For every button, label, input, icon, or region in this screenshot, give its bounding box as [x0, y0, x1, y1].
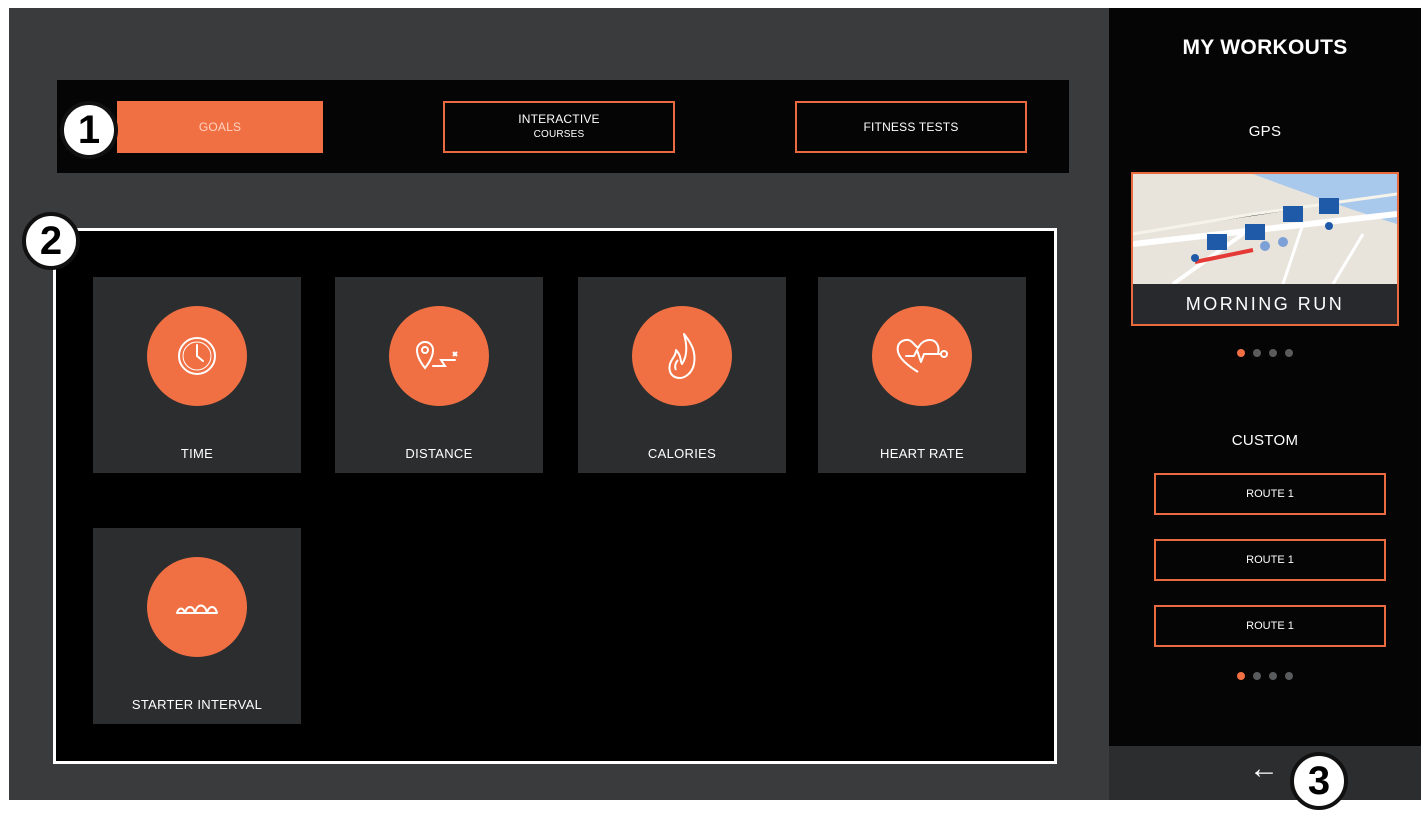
gps-route-caption: MORNING RUN: [1133, 284, 1397, 324]
gps-section-label: GPS: [1248, 123, 1282, 140]
left-arrow-icon[interactable]: ←: [1249, 752, 1279, 786]
main-area: GOALS INTERACTIVE COURSES FITNESS TESTS: [9, 8, 1109, 800]
tab-interactive-label: INTERACTIVE: [518, 112, 600, 126]
app-screen: GOALS INTERACTIVE COURSES FITNESS TESTS: [9, 8, 1421, 800]
goal-tile-label: STARTER INTERVAL: [131, 697, 263, 712]
pager-dot[interactable]: [1285, 349, 1293, 357]
tab-goals[interactable]: GOALS: [117, 101, 323, 153]
custom-pager: [1109, 672, 1421, 680]
callout-badge-2: 2: [22, 212, 80, 270]
heart-pulse-icon: [872, 306, 972, 406]
clock-icon: [147, 306, 247, 406]
goal-tile-time[interactable]: TIME: [93, 277, 301, 473]
goal-tile-label: TIME: [180, 446, 214, 461]
custom-route-button[interactable]: ROUTE 1: [1154, 605, 1386, 647]
callout-badge-3: 3: [1290, 752, 1348, 810]
goal-tile-distance[interactable]: DISTANCE: [335, 277, 543, 473]
route-map-image: [1133, 174, 1397, 286]
gps-route-card[interactable]: MORNING RUN: [1131, 172, 1399, 326]
interval-hills-icon: [147, 557, 247, 657]
pager-dot-active[interactable]: [1237, 349, 1245, 357]
gps-pager: [1109, 349, 1421, 357]
goal-tile-starter-interval[interactable]: STARTER INTERVAL: [93, 528, 301, 724]
pager-dot-active[interactable]: [1237, 672, 1245, 680]
pager-dot[interactable]: [1285, 672, 1293, 680]
goal-tile-label: DISTANCE: [405, 446, 473, 461]
workout-type-tabbar: GOALS INTERACTIVE COURSES FITNESS TESTS: [57, 80, 1069, 173]
tab-fitness-label: FITNESS TESTS: [863, 119, 959, 134]
tab-goals-label: GOALS: [198, 119, 242, 134]
bottom-nav-bar: ←: [1109, 746, 1421, 800]
custom-route-button[interactable]: ROUTE 1: [1154, 539, 1386, 581]
custom-route-button[interactable]: ROUTE 1: [1154, 473, 1386, 515]
goals-grid-panel: TIME DISTANCE CALORIES HEART RATE STARTE…: [53, 228, 1057, 764]
sidebar-title: MY WORKOUTS: [1182, 36, 1348, 59]
tab-interactive-courses[interactable]: INTERACTIVE COURSES: [443, 101, 675, 153]
tab-interactive-sublabel: COURSES: [533, 129, 585, 140]
pager-dot[interactable]: [1253, 349, 1261, 357]
pager-dot[interactable]: [1269, 349, 1277, 357]
goal-tile-label: CALORIES: [647, 446, 717, 461]
callout-badge-1: 1: [60, 101, 118, 159]
goal-tile-calories[interactable]: CALORIES: [578, 277, 786, 473]
tab-fitness-tests[interactable]: FITNESS TESTS: [795, 101, 1027, 153]
flame-icon: [632, 306, 732, 406]
goal-tile-heart-rate[interactable]: HEART RATE: [818, 277, 1026, 473]
pager-dot[interactable]: [1269, 672, 1277, 680]
my-workouts-sidebar: MY WORKOUTS GPS MORNING RUN CUSTOM ROUTE…: [1109, 8, 1421, 800]
custom-section-label: CUSTOM: [1231, 432, 1299, 449]
goal-tile-label: HEART RATE: [880, 446, 964, 461]
location-route-icon: [389, 306, 489, 406]
pager-dot[interactable]: [1253, 672, 1261, 680]
